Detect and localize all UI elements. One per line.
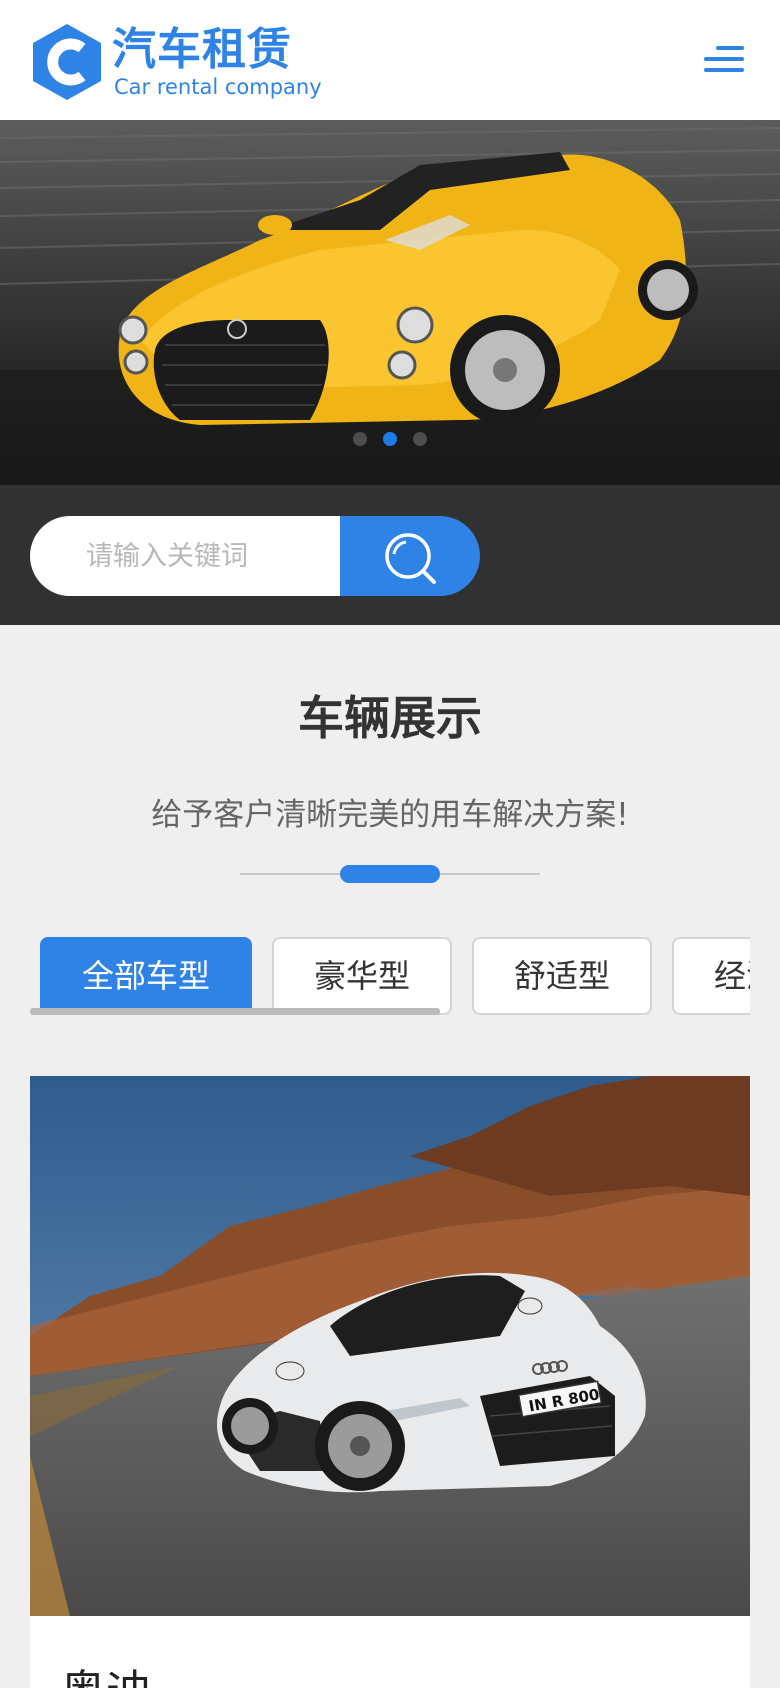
search-input[interactable] [30,516,340,596]
tab-all-models[interactable]: 全部车型 [40,937,252,1015]
carousel-dot[interactable] [353,432,367,446]
section-subtitle: 给予客户清晰完美的用车解决方案! [151,797,629,833]
section-title: 车辆展示 [298,691,482,745]
title-divider-accent [340,865,440,883]
logo-subtitle: Car rental company [114,75,322,99]
site-logo[interactable]: 汽车租赁 Car rental company [30,22,330,102]
car-image: IN R 800 [30,1076,750,1616]
carousel-dot[interactable] [413,432,427,446]
hero-banner[interactable] [0,120,780,485]
logo-title: 汽车租赁 [112,24,292,75]
banner-car-image [0,127,780,485]
tab-economy[interactable]: 经济型 [672,937,750,1015]
site-header: 汽车租赁 Car rental company [0,0,780,120]
car-card[interactable]: IN R 800 奥迪 [30,1076,750,1688]
search-bar [0,485,780,625]
category-tabs: 全部车型 豪华型 舒适型 经济型 [30,935,750,1015]
car-name[interactable]: 奥迪 [60,1664,152,1688]
tabs-scrollbar[interactable] [30,1008,440,1015]
carousel-dots[interactable] [0,432,780,446]
search-button[interactable] [340,516,480,596]
search-icon [385,533,436,584]
carousel-dot-active[interactable] [383,432,397,446]
tab-comfort[interactable]: 舒适型 [472,937,652,1015]
menu-icon[interactable] [700,40,750,80]
tab-luxury[interactable]: 豪华型 [272,937,452,1015]
logo-hexagon-icon [33,24,101,100]
